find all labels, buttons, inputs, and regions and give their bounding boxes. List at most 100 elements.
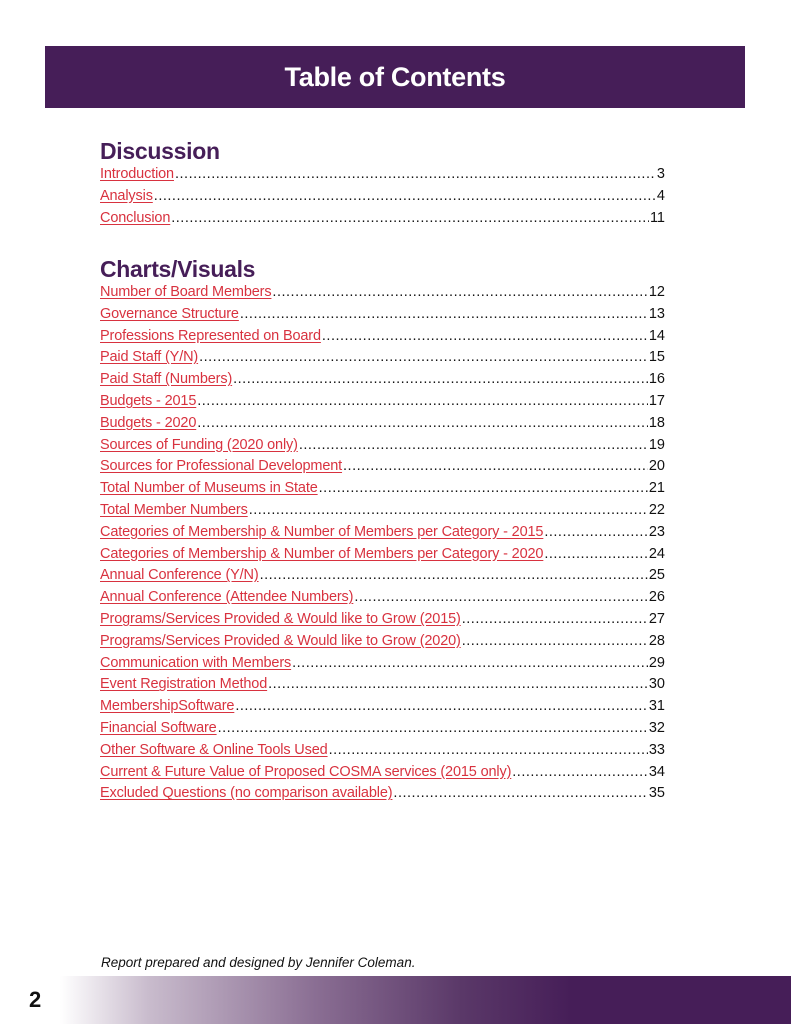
dot-leader	[329, 740, 648, 762]
dot-leader	[197, 413, 648, 435]
dot-leader	[218, 718, 648, 740]
toc-entry: Financial Software 32	[100, 718, 665, 740]
toc-page-number: 20	[648, 458, 665, 475]
dot-leader	[393, 783, 647, 805]
dot-leader	[233, 369, 648, 391]
toc-link[interactable]: Analysis	[100, 186, 153, 208]
toc-page-number: 14	[648, 327, 665, 344]
toc-entry: Total Member Numbers 22	[100, 500, 665, 522]
toc-entry: Sources for Professional Development 20	[100, 456, 665, 478]
toc-link[interactable]: Other Software & Online Tools Used	[100, 740, 328, 762]
title-banner: Table of Contents	[45, 46, 745, 108]
toc-page-number: 27	[648, 610, 665, 627]
toc-link[interactable]: Financial Software	[100, 718, 217, 740]
toc-link[interactable]: Programs/Services Provided & Would like …	[100, 631, 461, 653]
toc-page-number: 3	[656, 166, 665, 182]
toc-entry: Introduction 3	[100, 164, 665, 186]
section-heading: Discussion	[100, 138, 220, 164]
toc-link[interactable]: Categories of Membership & Number of Mem…	[100, 522, 543, 544]
dot-leader	[322, 326, 648, 348]
toc-link[interactable]: Total Member Numbers	[100, 500, 248, 522]
toc-link[interactable]: Total Number of Museums in State	[100, 478, 318, 500]
toc-page-number: 23	[648, 523, 665, 540]
toc-link[interactable]: Event Registration Method	[100, 674, 267, 696]
toc-page-number: 13	[648, 305, 665, 322]
dot-leader	[197, 391, 648, 413]
toc-page-number: 30	[648, 676, 665, 693]
toc-entry: Programs/Services Provided & Would like …	[100, 609, 665, 631]
section-heading: Charts/Visuals	[100, 256, 256, 282]
toc-page-number: 28	[648, 632, 665, 649]
dot-leader	[268, 674, 648, 696]
toc-link[interactable]: Communication with Members	[100, 653, 291, 675]
toc-page-number: 33	[648, 741, 665, 758]
dot-leader	[544, 544, 648, 566]
dot-leader	[343, 456, 648, 478]
toc-entry: Analysis 4	[100, 186, 665, 208]
toc-link[interactable]: Budgets - 2020	[100, 413, 196, 435]
toc-entry: Sources of Funding (2020 only) 19	[100, 435, 665, 457]
section-discussion: Discussion Introduction 3 Analysis 4 Conclus…	[100, 138, 665, 229]
dot-leader	[462, 631, 648, 653]
toc-page-number: 16	[648, 371, 665, 388]
toc-link[interactable]: Number of Board Members	[100, 282, 272, 304]
toc-entry: Governance Structure 13	[100, 304, 665, 326]
toc-entry: Budgets - 2015 17	[100, 391, 665, 413]
toc-page-number: 17	[648, 392, 665, 409]
toc-entry: Total Number of Museums in State 21	[100, 478, 665, 500]
dot-leader	[512, 762, 648, 784]
toc-link[interactable]: Annual Conference (Attendee Numbers)	[100, 587, 353, 609]
toc-link[interactable]: Categories of Membership & Number of Mem…	[100, 544, 543, 566]
footer-gradient-bar	[60, 976, 791, 1024]
toc-entry: Budgets - 2020 18	[100, 413, 665, 435]
page-title: Table of Contents	[284, 61, 506, 92]
toc-link[interactable]: Professions Represented on Board	[100, 326, 321, 348]
toc-entry: Number of Board Members 12	[100, 282, 665, 304]
toc-page-number: 34	[648, 763, 665, 780]
dot-leader	[544, 522, 648, 544]
toc-entry: Other Software & Online Tools Used 33	[100, 740, 665, 762]
toc-link[interactable]: Excluded Questions (no comparison availa…	[100, 783, 393, 805]
toc-page-number: 26	[648, 589, 665, 606]
toc-list: Introduction 3 Analysis 4 Conclusion 11	[100, 164, 665, 229]
dot-leader	[319, 478, 648, 500]
toc-page-number: 11	[649, 209, 665, 226]
toc-entry: Conclusion 11	[100, 208, 665, 230]
toc-page-number: 15	[648, 349, 665, 366]
toc-link[interactable]: Conclusion	[100, 208, 170, 230]
dot-leader	[249, 500, 648, 522]
toc-page-number: 19	[648, 436, 665, 453]
author-credit: Report prepared and designed by Jennifer…	[101, 955, 416, 970]
toc-link[interactable]: Governance Structure	[100, 304, 239, 326]
toc-entry: Programs/Services Provided & Would like …	[100, 631, 665, 653]
toc-page-number: 25	[648, 567, 665, 584]
toc-entry: Paid Staff (Y/N) 15	[100, 347, 665, 369]
dot-leader	[175, 164, 656, 186]
toc-link[interactable]: Current & Future Value of Proposed COSMA…	[100, 762, 511, 784]
dot-leader	[272, 282, 647, 304]
toc-page-number: 18	[648, 414, 665, 431]
toc-page-number: 12	[648, 284, 665, 300]
toc-entry: Current & Future Value of Proposed COSMA…	[100, 762, 665, 784]
toc-list: Number of Board Members 12 Governance Stru…	[100, 282, 665, 805]
toc-link[interactable]: Introduction	[100, 164, 174, 186]
toc-page-number: 22	[648, 501, 665, 518]
toc-entry: Communication with Members 29	[100, 653, 665, 675]
dot-leader	[299, 435, 648, 457]
toc-link[interactable]: Programs/Services Provided & Would like …	[100, 609, 461, 631]
toc-link[interactable]: Sources of Funding (2020 only)	[100, 435, 298, 457]
page-number: 2	[29, 987, 42, 1012]
toc-page-number: 21	[648, 480, 665, 497]
toc-entry: Annual Conference (Y/N) 25	[100, 565, 665, 587]
dot-leader	[235, 696, 648, 718]
toc-link[interactable]: Annual Conference (Y/N)	[100, 565, 259, 587]
toc-link[interactable]: Sources for Professional Development	[100, 456, 342, 478]
dot-leader	[199, 347, 648, 369]
toc-link[interactable]: Paid Staff (Numbers)	[100, 369, 232, 391]
toc-entry: Categories of Membership & Number of Mem…	[100, 544, 665, 566]
toc-link[interactable]: Budgets - 2015	[100, 391, 196, 413]
dot-leader	[292, 653, 648, 675]
toc-entry: Paid Staff (Numbers) 16	[100, 369, 665, 391]
toc-link[interactable]: Paid Staff (Y/N)	[100, 347, 198, 369]
toc-link[interactable]: MembershipSoftware	[100, 696, 234, 718]
